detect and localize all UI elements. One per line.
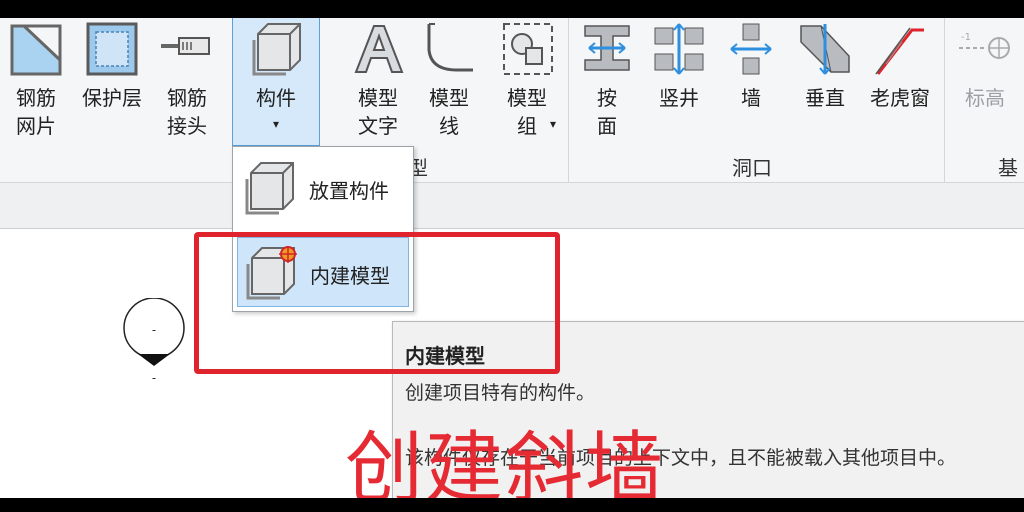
tooltip-description: 创建项目特有的构件。 [405, 382, 596, 404]
svg-text:-1: -1 [961, 32, 971, 43]
level-tag-icon[interactable]: - - [122, 298, 186, 394]
panel-label-datum: 基 [998, 156, 1018, 180]
tool-model-text[interactable]: 模型 文字 [346, 18, 410, 152]
options-bar [0, 183, 1024, 229]
tool-label: 模型 文字 [358, 86, 398, 138]
chevron-down-icon: ▾ [550, 117, 557, 131]
model-text-icon [354, 25, 404, 73]
rebar-mesh-icon [10, 24, 62, 76]
vertical-opening-icon [800, 24, 850, 75]
chevron-down-icon: ▾ [272, 117, 280, 131]
cover-layer-icon [86, 22, 138, 76]
video-caption: 创建斜墙 [345, 424, 666, 498]
tool-label: 保护层 [82, 86, 142, 110]
panel-label-opening: 洞口 [732, 156, 772, 180]
tool-label: 按 面 [597, 86, 617, 138]
model-group-icon [503, 23, 553, 75]
tool-dormer[interactable]: 老虎窗 [862, 18, 938, 152]
revit-window: 钢筋 网片 保护层 钢筋 接头 构件 ▾ 模型 文字 模型 线 模型 组 ▾ 按… [0, 18, 1024, 498]
level-tag-subtext: - [152, 371, 156, 385]
annotation-highlight-box [194, 232, 560, 374]
place-component-icon [245, 162, 294, 215]
level-icon: -1 [959, 32, 1010, 59]
panel-divider [944, 18, 945, 183]
tool-rebar-coupler[interactable]: 钢筋 接头 [156, 18, 218, 152]
tool-component[interactable]: 构件 ▾ [232, 18, 320, 146]
tool-label: 钢筋 网片 [16, 86, 56, 138]
tool-wall[interactable]: 墙 [720, 18, 782, 152]
by-face-opening-icon [584, 25, 630, 71]
tool-rebar-mesh[interactable]: 钢筋 网片 [4, 18, 68, 152]
tool-label: 竖井 [659, 86, 699, 110]
menu-item-place-component[interactable]: 放置构件 [237, 153, 409, 223]
tool-level[interactable]: -1 标高 [952, 18, 1018, 152]
tool-label: 构件 [256, 86, 296, 110]
tool-label: 标高 [965, 86, 1005, 110]
model-line-icon [427, 23, 473, 72]
panel-divider [568, 18, 569, 183]
tool-shaft[interactable]: 竖井 [646, 18, 712, 152]
ribbon: 钢筋 网片 保护层 钢筋 接头 构件 ▾ 模型 文字 模型 线 模型 组 ▾ 按… [0, 18, 1024, 183]
component-icon [252, 23, 301, 76]
rebar-coupler-icon [161, 37, 210, 55]
tool-label: 钢筋 接头 [167, 86, 207, 138]
tool-label: 模型 线 [429, 86, 469, 138]
wall-opening-icon [730, 23, 772, 75]
tool-vertical[interactable]: 垂直 [792, 18, 858, 152]
tool-by-face[interactable]: 按 面 [574, 18, 640, 152]
shaft-opening-icon [654, 23, 704, 75]
level-tag-text: - [152, 323, 156, 337]
menu-item-label: 放置构件 [309, 179, 389, 203]
dormer-opening-icon [875, 27, 924, 75]
tool-label: 垂直 [805, 86, 845, 110]
tool-label: 墙 [741, 86, 761, 110]
tool-cover[interactable]: 保护层 [74, 18, 150, 152]
tool-label: 老虎窗 [870, 86, 930, 110]
tool-model-group[interactable]: 模型 组 ▾ [492, 18, 564, 152]
tool-model-line[interactable]: 模型 线 [416, 18, 482, 152]
